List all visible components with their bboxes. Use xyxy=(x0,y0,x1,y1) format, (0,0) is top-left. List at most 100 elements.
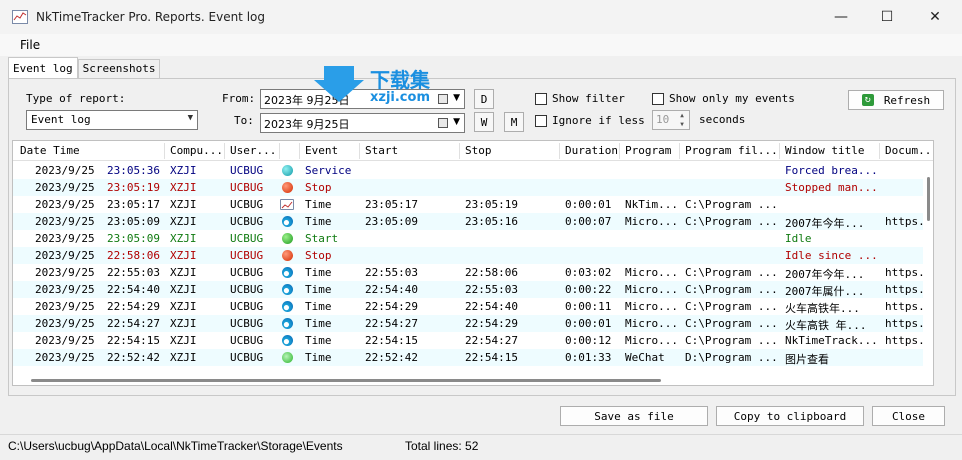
col-user[interactable]: User... xyxy=(230,144,278,157)
table-row[interactable]: 2023/9/25 23:05:19 XZJI UCBUG Stop Stopped ma… xyxy=(13,179,933,196)
cell-stop: 23:05:19 xyxy=(465,198,518,211)
col-start[interactable]: Start xyxy=(365,144,455,157)
col-event[interactable]: Event xyxy=(305,144,357,157)
cell-program: Micro... xyxy=(625,334,678,347)
show-only-my-events-label: Show only my events xyxy=(669,92,795,105)
cell-program: Micro... xyxy=(625,266,678,279)
cell-date: 2023/9/25 xyxy=(35,198,95,211)
refresh-button[interactable]: ↻ Refresh xyxy=(848,90,944,110)
cell-computer: XZJI xyxy=(170,334,197,347)
tab-screenshots[interactable]: Screenshots xyxy=(77,59,161,79)
refresh-icon: ↻ xyxy=(861,94,874,106)
cell-user: UCBUG xyxy=(230,334,264,347)
table-row[interactable]: 2023/9/25 22:54:40 XZJI UCBUG Time 22:54:40 22… xyxy=(13,281,933,298)
copy-to-clipboard-button[interactable]: Copy to clipboard xyxy=(716,406,864,426)
status-path: C:\Users\ucbug\AppData\Local\NkTimeTrack… xyxy=(8,439,343,453)
cell-date: 2023/9/25 xyxy=(35,164,95,177)
col-stop[interactable]: Stop xyxy=(465,144,555,157)
table-row[interactable]: 2023/9/25 22:55:03 XZJI UCBUG Time 22:55:03 22… xyxy=(13,264,933,281)
cell-user: UCBUG xyxy=(230,164,264,177)
save-as-file-button[interactable]: Save as file xyxy=(560,406,708,426)
checkbox-box[interactable] xyxy=(652,92,664,105)
cell-window-title: NkTimeTrack... xyxy=(785,334,877,347)
month-button[interactable]: M xyxy=(504,112,524,132)
cell-event: Start xyxy=(305,232,339,245)
table-row[interactable]: 2023/9/25 23:05:09 XZJI UCBUG Time 23:05:09 23… xyxy=(13,213,933,230)
col-computer[interactable]: Compu... xyxy=(170,144,222,157)
chevron-down-icon[interactable]: ▼ xyxy=(453,93,460,103)
tab-event-log[interactable]: Event log xyxy=(8,57,78,78)
cell-stop: 22:54:40 xyxy=(465,300,518,313)
checkbox-box[interactable] xyxy=(535,114,547,127)
show-filter-label: Show filter xyxy=(552,92,625,105)
minimize-icon[interactable]: — xyxy=(818,0,864,34)
calendar-icon[interactable] xyxy=(438,118,448,128)
cell-event: Time xyxy=(305,266,332,279)
table-row[interactable]: 2023/9/25 22:52:42 XZJI UCBUG Time 22:52:42 22… xyxy=(13,349,933,366)
cell-duration: 0:00:01 xyxy=(565,198,612,211)
cell-duration: 0:00:22 xyxy=(565,283,612,296)
watermark-url: xzji.com xyxy=(370,90,430,105)
chevron-down-icon[interactable]: ▼ xyxy=(453,117,460,127)
cell-stop: 22:58:06 xyxy=(465,266,518,279)
cell-event: Stop xyxy=(305,181,332,194)
show-only-my-events-checkbox[interactable]: Show only my events xyxy=(652,92,795,105)
col-program[interactable]: Program xyxy=(625,144,677,157)
cell-window-title: 火车高铁 年... xyxy=(785,319,867,332)
maximize-icon[interactable]: ☐ xyxy=(864,0,910,34)
table-row[interactable]: 2023/9/25 23:05:09 XZJI UCBUG Start Idle xyxy=(13,230,933,247)
vertical-scroll-thumb[interactable] xyxy=(927,177,930,221)
close-button[interactable]: Close xyxy=(872,406,945,426)
table-row[interactable]: 2023/9/25 23:05:17 XZJI UCBUG Time 23:05:17 23… xyxy=(13,196,933,213)
cell-event: Service xyxy=(305,164,352,177)
cell-window-title: Idle xyxy=(785,232,812,245)
col-window-title[interactable]: Window title xyxy=(785,144,879,157)
checkbox-box[interactable] xyxy=(535,92,547,105)
week-button[interactable]: W xyxy=(474,112,494,132)
spin-arrows-icon[interactable]: ▲ ▼ xyxy=(676,111,688,129)
cell-computer: XZJI xyxy=(170,215,197,228)
download-arrow-icon xyxy=(314,66,364,102)
table-row[interactable]: 2023/9/25 22:54:27 XZJI UCBUG Time 22:54:27 22… xyxy=(13,315,933,332)
vertical-scrollbar[interactable] xyxy=(923,161,933,375)
cell-duration: 0:03:02 xyxy=(565,266,612,279)
horizontal-scroll-thumb[interactable] xyxy=(31,379,661,382)
report-type-select[interactable]: Event log ▼ xyxy=(26,110,198,130)
table-row[interactable]: 2023/9/25 23:05:36 XZJI UCBUG Service Forced … xyxy=(13,162,933,179)
cell-window-title: Stopped man... xyxy=(785,181,877,194)
cell-user: UCBUG xyxy=(230,317,264,330)
watermark-logo: 下载集 xzji.com xyxy=(314,64,454,110)
close-icon[interactable]: ✕ xyxy=(912,0,958,34)
cell-user: UCBUG xyxy=(230,300,264,313)
cell-program: Micro... xyxy=(625,317,678,330)
grid-header: Date Time Compu... User... Event Start S… xyxy=(13,141,933,161)
cell-time: 22:54:29 xyxy=(107,300,160,313)
cell-computer: XZJI xyxy=(170,300,197,313)
col-program-file[interactable]: Program fil... xyxy=(685,144,781,157)
show-filter-checkbox[interactable]: Show filter xyxy=(535,92,625,105)
chart-event-icon xyxy=(280,199,294,210)
to-date-picker[interactable]: 2023年 9月25日 ▼ xyxy=(260,113,465,133)
report-type-value: Event log xyxy=(31,113,91,126)
horizontal-scrollbar[interactable] xyxy=(13,375,933,385)
col-date-time[interactable]: Date Time xyxy=(20,144,160,157)
cell-event: Time xyxy=(305,215,332,228)
cell-computer: XZJI xyxy=(170,351,197,364)
cell-program-file: C:\Program ... xyxy=(685,300,778,313)
table-row[interactable]: 2023/9/25 22:54:29 XZJI UCBUG Time 22:54:29 22… xyxy=(13,298,933,315)
menu-file[interactable]: File xyxy=(20,38,40,52)
col-duration[interactable]: Duration xyxy=(565,144,621,157)
cell-program: Micro... xyxy=(625,300,678,313)
event-grid[interactable]: Date Time Compu... User... Event Start S… xyxy=(12,140,934,386)
table-row[interactable]: 2023/9/25 22:58:06 XZJI UCBUG Stop Idle since… xyxy=(13,247,933,264)
edge-event-icon xyxy=(282,284,293,295)
cell-start: 23:05:17 xyxy=(365,198,418,211)
cell-duration: 0:00:12 xyxy=(565,334,612,347)
col-document[interactable]: Docum... xyxy=(885,144,933,157)
day-button[interactable]: D xyxy=(474,89,494,109)
edge-event-icon xyxy=(282,335,293,346)
cell-time: 22:58:06 xyxy=(107,249,160,262)
cell-event: Time xyxy=(305,300,332,313)
table-row[interactable]: 2023/9/25 22:54:15 XZJI UCBUG Time 22:54:15 22… xyxy=(13,332,933,349)
ignore-seconds-stepper[interactable]: 10 ▲ ▼ xyxy=(652,110,690,130)
